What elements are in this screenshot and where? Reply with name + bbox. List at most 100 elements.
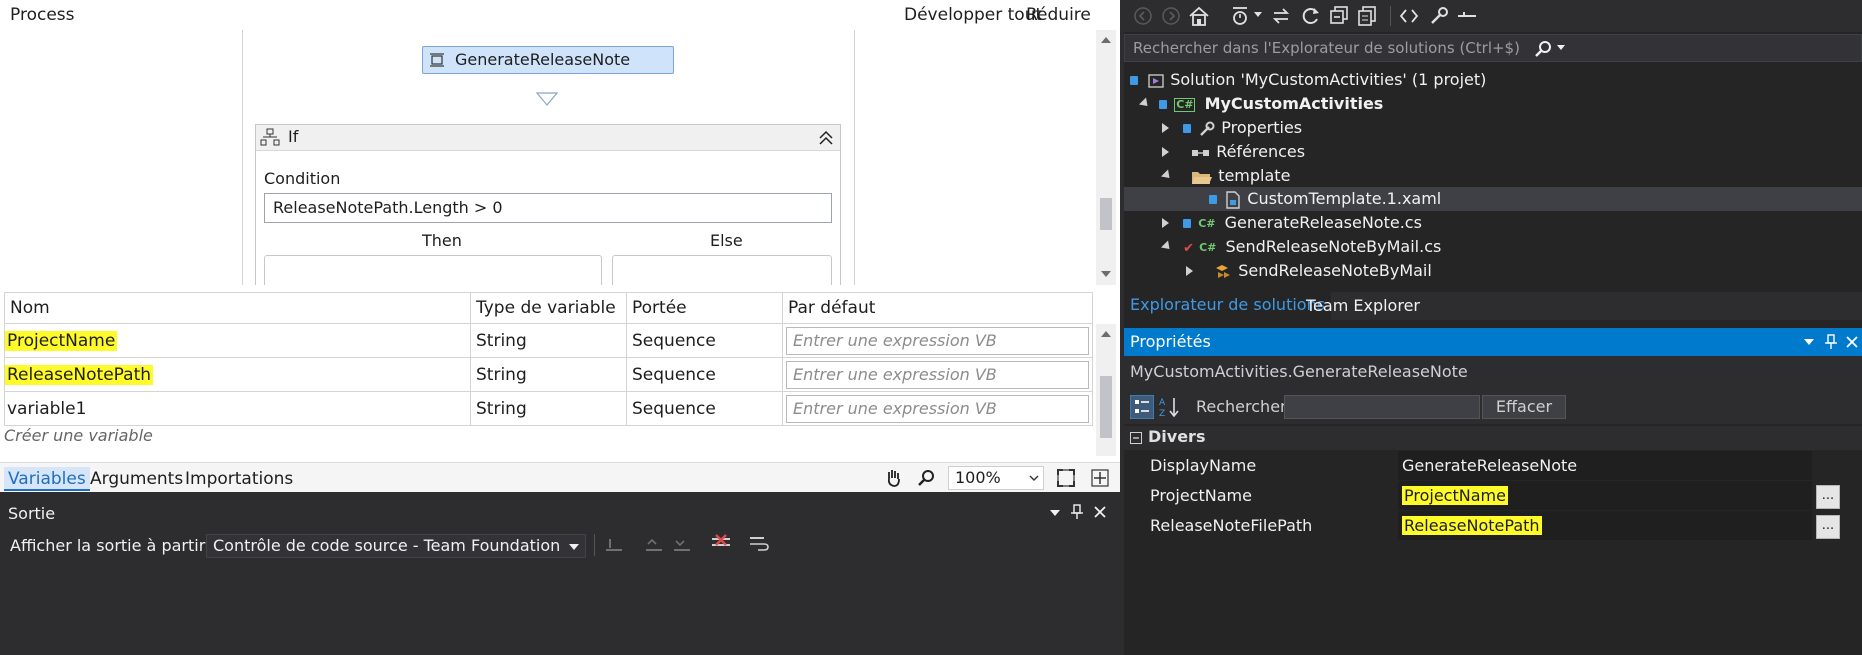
tree-item-file2[interactable]: ✔ C# SendReleaseNoteByMail.cs: [1160, 235, 1441, 259]
tree-item-template-file[interactable]: CustomTemplate.1.xaml: [1124, 187, 1862, 211]
tab-arguments[interactable]: Arguments: [86, 467, 187, 491]
pin-icon[interactable]: [1824, 334, 1838, 350]
expand-arrow-icon[interactable]: [1162, 218, 1169, 228]
expand-arrow-icon[interactable]: [1162, 147, 1169, 157]
tree-item-properties[interactable]: Properties: [1160, 116, 1302, 140]
scroll-up-icon[interactable]: [1100, 330, 1112, 338]
if-activity[interactable]: If Condition ReleaseNotePath.Length > 0 …: [255, 124, 841, 285]
collapse-all-icon[interactable]: [1328, 5, 1350, 27]
variable-name[interactable]: ReleaseNotePath: [5, 364, 154, 385]
default-value-input[interactable]: Entrer une expression VB: [786, 394, 1089, 423]
search-icon[interactable]: [1535, 40, 1553, 58]
variable-scope[interactable]: Sequence: [626, 357, 783, 392]
preview-icon[interactable]: [1456, 5, 1478, 27]
tree-item-file1[interactable]: C# GenerateReleaseNote.cs: [1160, 211, 1422, 235]
clear-all-icon[interactable]: [710, 534, 732, 554]
dropdown-arrow-icon[interactable]: [1804, 339, 1814, 345]
collapse-arrow-icon[interactable]: [1160, 169, 1174, 182]
table-row[interactable]: variable1 String Sequence Entrer une exp…: [4, 391, 1093, 426]
fit-to-screen-icon[interactable]: [1056, 468, 1076, 488]
properties-wrench-icon[interactable]: [1428, 5, 1450, 27]
alphabetical-icon[interactable]: AZ: [1158, 395, 1182, 419]
default-value-input[interactable]: Entrer une expression VB: [786, 360, 1089, 389]
else-drop-area[interactable]: [612, 255, 832, 285]
variable-name[interactable]: variable1: [7, 399, 86, 419]
property-row-projectname[interactable]: ProjectName ProjectName ...: [1124, 481, 1862, 511]
tree-item-solution[interactable]: Solution 'MyCustomActivities' (1 projet): [1130, 68, 1486, 92]
column-header-type[interactable]: Type de variable: [470, 292, 627, 324]
tab-imports[interactable]: Importations: [181, 467, 297, 491]
close-icon[interactable]: [1094, 506, 1106, 518]
collapse-arrow-icon[interactable]: [1138, 97, 1152, 110]
tree-item-references[interactable]: Références: [1160, 140, 1305, 164]
condition-input[interactable]: ReleaseNotePath.Length > 0: [264, 193, 832, 223]
forward-icon[interactable]: [1162, 7, 1180, 25]
back-icon[interactable]: [1134, 7, 1152, 25]
tab-team-explorer[interactable]: Team Explorer: [1300, 292, 1426, 320]
previous-message-icon[interactable]: [644, 536, 664, 554]
variables-scroll-thumb[interactable]: [1100, 376, 1112, 438]
overview-icon[interactable]: [1090, 468, 1110, 488]
close-icon[interactable]: [1846, 336, 1858, 348]
activity-generate-release-note[interactable]: GenerateReleaseNote: [422, 46, 674, 74]
variable-type[interactable]: String: [470, 357, 627, 392]
column-header-name[interactable]: Nom: [4, 292, 471, 324]
sync-icon[interactable]: [1270, 5, 1292, 27]
properties-category-divers[interactable]: Divers: [1124, 426, 1862, 450]
create-variable-placeholder[interactable]: Créer une variable: [4, 426, 153, 445]
canvas-scrollbar[interactable]: [1096, 30, 1116, 285]
ellipsis-button[interactable]: ...: [1816, 515, 1840, 539]
tree-item-project[interactable]: C# MyCustomActivities: [1138, 92, 1383, 116]
output-source-select[interactable]: Contrôle de code source - Team Foundatio…: [206, 534, 586, 558]
tree-item-template-folder[interactable]: template: [1160, 164, 1290, 188]
canvas-scroll-thumb[interactable]: [1100, 198, 1112, 230]
property-value-input[interactable]: ProjectName ...: [1398, 481, 1840, 510]
refresh-icon[interactable]: [1300, 5, 1322, 27]
variable-scope[interactable]: Sequence: [626, 391, 783, 426]
zoom-icon[interactable]: [916, 468, 936, 488]
pending-changes-icon[interactable]: [1230, 5, 1252, 27]
expand-all-link[interactable]: Développer tout: [904, 0, 1042, 30]
next-message-icon[interactable]: [672, 536, 692, 554]
zoom-select[interactable]: 100%: [948, 466, 1044, 490]
clear-button[interactable]: Effacer: [1482, 395, 1566, 419]
properties-search-input[interactable]: [1284, 395, 1480, 419]
solution-search-input[interactable]: Rechercher dans l'Explorateur de solutio…: [1133, 39, 1520, 57]
property-row-releasenotefilepath[interactable]: ReleaseNoteFilePath ReleaseNotePath ...: [1124, 511, 1862, 541]
view-code-icon[interactable]: [1398, 5, 1420, 27]
show-all-files-icon[interactable]: [1356, 5, 1378, 27]
tree-item-class[interactable]: SendReleaseNoteByMail: [1184, 259, 1432, 283]
column-header-default[interactable]: Par défaut: [782, 292, 1093, 324]
variable-type[interactable]: String: [470, 323, 627, 358]
chevron-down-icon[interactable]: [1557, 45, 1565, 51]
categorized-icon[interactable]: [1130, 395, 1154, 419]
variable-name[interactable]: ProjectName: [5, 330, 118, 351]
expand-arrow-icon[interactable]: [1162, 123, 1169, 133]
ellipsis-button[interactable]: ...: [1816, 485, 1840, 509]
tab-variables[interactable]: Variables: [4, 467, 90, 491]
expand-arrow-icon[interactable]: [1186, 266, 1193, 276]
table-row[interactable]: ReleaseNotePath String Sequence Entrer u…: [4, 357, 1093, 392]
pan-hand-icon[interactable]: [884, 468, 904, 488]
collapse-all-link[interactable]: Réduire tout: [1026, 0, 1120, 55]
dropdown-arrow-icon[interactable]: [1050, 510, 1060, 516]
collapse-arrow-icon[interactable]: [1160, 240, 1174, 253]
variables-scrollbar[interactable]: [1096, 324, 1116, 456]
scroll-down-icon[interactable]: [1100, 270, 1112, 278]
property-value-input[interactable]: ReleaseNotePath ...: [1398, 511, 1840, 540]
property-value-input[interactable]: GenerateReleaseNote: [1398, 451, 1812, 480]
scroll-up-icon[interactable]: [1100, 36, 1112, 44]
solution-search-box[interactable]: Rechercher dans l'Explorateur de solutio…: [1124, 34, 1862, 62]
collapse-minus-icon[interactable]: [1130, 432, 1142, 444]
collapse-chevron-icon[interactable]: [818, 129, 834, 147]
chevron-down-icon[interactable]: [1254, 12, 1262, 18]
then-drop-area[interactable]: [264, 255, 602, 285]
variable-scope[interactable]: Sequence: [626, 323, 783, 358]
home-icon[interactable]: [1188, 5, 1210, 27]
property-row-displayname[interactable]: DisplayName GenerateReleaseNote: [1124, 451, 1862, 481]
default-value-input[interactable]: Entrer une expression VB: [786, 326, 1089, 355]
word-wrap-icon[interactable]: [748, 534, 770, 554]
table-row[interactable]: ProjectName String Sequence Entrer une e…: [4, 323, 1093, 358]
properties-object-selector[interactable]: MyCustomActivities.GenerateReleaseNote: [1124, 356, 1862, 390]
find-message-icon[interactable]: [604, 536, 624, 554]
